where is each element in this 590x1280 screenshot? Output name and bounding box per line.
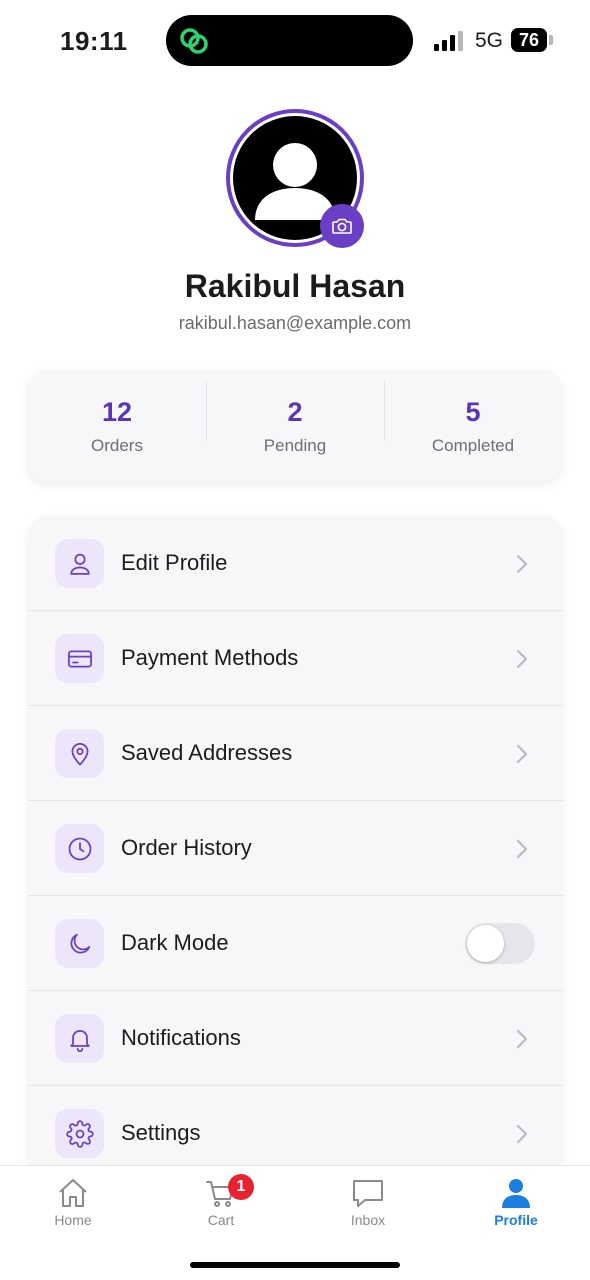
toggle-knob: [467, 925, 504, 962]
stats-card: 12 Orders 2 Pending 5 Completed: [28, 370, 562, 482]
user-icon: [55, 539, 104, 588]
signal-icon: [434, 31, 463, 51]
stat-value: 2: [287, 396, 303, 427]
stat-value: 12: [101, 396, 133, 427]
clock-icon: [55, 824, 104, 873]
tab-inbox[interactable]: Inbox: [323, 1176, 413, 1228]
menu-item-label: Dark Mode: [121, 930, 229, 955]
menu-item-label: Edit Profile: [121, 550, 228, 575]
menu-item-notifications[interactable]: Notifications: [28, 991, 563, 1086]
tab-label: Inbox: [350, 1212, 386, 1228]
stat-label: Pending: [263, 435, 327, 455]
chevron-right-icon: [516, 649, 528, 669]
battery-tip: [549, 35, 553, 45]
camera-icon: [332, 218, 352, 234]
dark-mode-toggle[interactable]: [465, 923, 535, 964]
moon-icon: [55, 919, 104, 968]
chevron-right-icon: [516, 554, 528, 574]
chat-icon: [353, 1180, 383, 1207]
settings-menu: Edit Profile Payment Methods Saved Addre…: [28, 516, 563, 1196]
chevron-right-icon: [516, 839, 528, 859]
menu-item-label: Settings: [121, 1120, 201, 1145]
cart-badge: 1: [228, 1174, 254, 1200]
gear-icon: [55, 1109, 104, 1158]
tab-home[interactable]: Home: [28, 1176, 118, 1228]
network-type: 5G: [475, 29, 504, 52]
stat-value: 5: [465, 396, 481, 427]
chevron-right-icon: [516, 744, 528, 764]
menu-item-label: Payment Methods: [121, 645, 299, 670]
menu-item-payment-methods[interactable]: Payment Methods: [28, 611, 563, 706]
stat-pending[interactable]: 2 Pending: [206, 380, 384, 456]
menu-item-label: Saved Addresses: [121, 740, 293, 765]
stat-label: Completed: [431, 435, 515, 455]
chevron-right-icon: [516, 1029, 528, 1049]
chevron-right-icon: [516, 1124, 528, 1144]
status-bar: 19:11 5G 76: [0, 0, 590, 80]
change-photo-button[interactable]: [320, 204, 364, 248]
tab-cart[interactable]: 1 Cart: [176, 1174, 266, 1228]
tab-profile[interactable]: Profile: [471, 1176, 561, 1228]
tab-label: Home: [54, 1212, 92, 1228]
menu-item-label: Order History: [121, 835, 252, 860]
menu-item-dark-mode: Dark Mode: [28, 896, 563, 991]
tab-label: Cart: [207, 1212, 235, 1228]
profile-icon: [502, 1179, 530, 1208]
bell-icon: [55, 1014, 104, 1063]
dynamic-island: [166, 15, 413, 66]
stat-completed[interactable]: 5 Completed: [384, 380, 562, 456]
credit-card-icon: [55, 634, 104, 683]
home-icon: [59, 1179, 87, 1207]
battery-icon: 76: [511, 28, 547, 52]
stat-orders[interactable]: 12 Orders: [28, 397, 206, 456]
status-time: 19:11: [60, 26, 128, 56]
profile-email: rakibul.hasan@example.com: [178, 313, 412, 333]
menu-item-edit-profile[interactable]: Edit Profile: [28, 516, 563, 611]
home-indicator: [190, 1262, 400, 1268]
map-pin-icon: [55, 729, 104, 778]
link-app-icon: [180, 28, 208, 54]
menu-item-order-history[interactable]: Order History: [28, 801, 563, 896]
menu-item-label: Notifications: [121, 1025, 241, 1050]
profile-name: Rakibul Hasan: [184, 268, 406, 304]
tab-label: Profile: [494, 1212, 538, 1228]
stat-label: Orders: [91, 435, 143, 455]
menu-item-saved-addresses[interactable]: Saved Addresses: [28, 706, 563, 801]
